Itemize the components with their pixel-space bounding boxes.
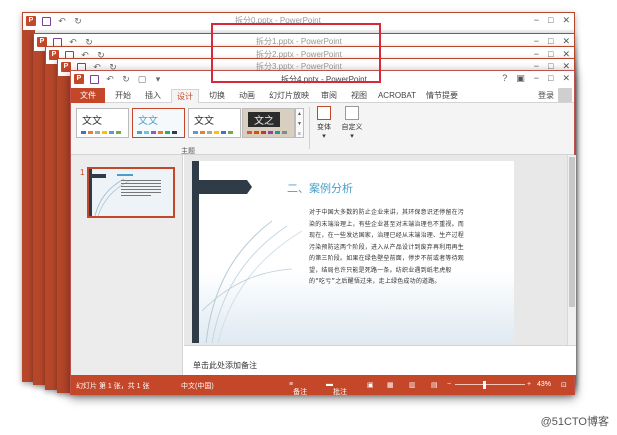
powerpoint-icon: P — [74, 74, 84, 84]
maximize-button[interactable]: □ — [548, 73, 553, 84]
theme-sample-text: 文文 — [194, 116, 214, 127]
customize-icon — [345, 106, 359, 120]
notes-button[interactable]: ≡ 备注 — [289, 381, 307, 396]
ribbon-tabs: 文件 开始 插入 设计 切换 动画 幻灯片放映 审阅 视图 ACROBAT 情节… — [71, 88, 574, 103]
theme-color-swatches — [193, 131, 233, 134]
theme-thumbnail-2[interactable]: 文文 — [132, 108, 185, 138]
status-bar: 幻灯片 第 1 张，共 1 张 中文(中国) ≡ 备注 ▬ 批注 ▣ ▦ ▥ ▤… — [71, 375, 574, 396]
tab-slideshow[interactable]: 幻灯片放映 — [267, 89, 311, 103]
theme-color-swatches — [81, 131, 121, 134]
zoom-slider-knob[interactable] — [483, 381, 486, 389]
login-link[interactable]: 登录 — [538, 90, 554, 101]
customize-label: 自定义 — [341, 124, 363, 131]
maximize-button[interactable]: □ — [548, 15, 553, 26]
theme-sample-text: 文之 — [248, 112, 280, 127]
tab-insert[interactable]: 插入 — [141, 89, 165, 103]
slide-title[interactable]: 二、案例分析 — [287, 180, 353, 196]
undo-icon[interactable]: ↶ — [57, 16, 67, 26]
zoom-out-icon[interactable]: − — [447, 381, 451, 388]
reading-view-icon[interactable]: ▥ — [409, 381, 416, 389]
zoom-in-icon[interactable]: + — [527, 381, 531, 388]
watermark: @51CTO博客 — [540, 416, 609, 428]
theme-sample-text: 文文 — [82, 116, 102, 127]
slide-title-tag — [199, 180, 247, 194]
zoom-level[interactable]: 43% — [537, 381, 551, 388]
tab-view[interactable]: 视图 — [347, 89, 371, 103]
slide-body-text[interactable]: 对于中国大多数的防止企业来讲，其环保意识还停留在污染的末端治理上，有些企业甚至对… — [309, 207, 467, 288]
undo-icon[interactable]: ↶ — [105, 74, 115, 84]
vertical-scrollbar[interactable] — [567, 155, 576, 345]
tab-storyboard[interactable]: 情节提要 — [423, 89, 461, 103]
scrollbar-thumb[interactable] — [569, 157, 575, 307]
theme-color-swatches — [137, 131, 177, 134]
theme-thumbnail-1[interactable]: 文文 — [76, 108, 129, 138]
slideshow-view-icon[interactable]: ▤ — [431, 381, 438, 389]
window-controls: ? ▣ − □ ✕ — [502, 73, 570, 84]
tab-transitions[interactable]: 切换 — [205, 89, 229, 103]
highlight-rectangle — [211, 23, 381, 83]
zoom-slider[interactable] — [455, 384, 525, 385]
variants-icon — [317, 106, 331, 120]
window-controls: − □ ✕ — [534, 15, 570, 26]
slide-thumbnail-art — [89, 169, 161, 217]
save-icon[interactable] — [90, 74, 99, 84]
tab-home[interactable]: 开始 — [111, 89, 135, 103]
notes-placeholder: 单击此处添加备注 — [193, 361, 257, 370]
quick-access-toolbar: P ↶ ↻ ▢ ▾ — [74, 74, 163, 84]
powerpoint-icon: P — [26, 16, 36, 26]
help-button[interactable]: ? — [502, 73, 507, 84]
back-window-edge — [58, 76, 70, 392]
slide-thumbnail[interactable] — [87, 167, 175, 218]
slides-pane: 1 — [71, 155, 183, 375]
tab-design[interactable]: 设计 — [171, 89, 199, 103]
minimize-button[interactable]: − — [534, 15, 539, 26]
theme-sample-text: 文文 — [138, 116, 158, 127]
ribbon-design: 文文 文文 文文 文之 ▲ ▼ ≡ 变体 ▾ 自定义 ▾ 主题 — [71, 103, 574, 155]
theme-thumbnail-4[interactable]: 文之 — [242, 108, 295, 138]
tab-review[interactable]: 审阅 — [317, 89, 341, 103]
language-indicator[interactable]: 中文(中国) — [181, 381, 214, 391]
redo-icon[interactable]: ↻ — [73, 16, 83, 26]
close-button[interactable]: ✕ — [562, 15, 570, 26]
notes-pane[interactable]: 单击此处添加备注 — [184, 345, 576, 375]
comments-label: 批注 — [333, 389, 347, 396]
minimize-button[interactable]: − — [534, 73, 539, 84]
close-button[interactable]: ✕ — [562, 73, 570, 84]
slide-sorter-icon[interactable]: ▦ — [387, 381, 394, 389]
customize-button[interactable]: 自定义 ▾ — [339, 106, 365, 140]
avatar[interactable] — [558, 88, 572, 102]
tab-animations[interactable]: 动画 — [235, 89, 259, 103]
slide-title-tag-arrow — [247, 180, 252, 194]
theme-gallery-scroll[interactable]: ▲ ▼ ≡ — [295, 108, 304, 138]
variants-label: 变体 — [317, 124, 331, 131]
slide-info: 幻灯片 第 1 张，共 1 张 — [76, 383, 150, 390]
normal-view-icon[interactable]: ▣ — [367, 381, 374, 389]
notes-label: 备注 — [293, 389, 308, 396]
theme-color-swatches — [247, 131, 287, 134]
save-icon[interactable] — [42, 16, 51, 26]
theme-thumbnail-3[interactable]: 文文 — [188, 108, 241, 138]
comments-button[interactable]: ▬ 批注 — [326, 381, 347, 396]
slide-editing-area: 二、案例分析 对于中国大多数的防止企业来讲，其环保意识还停留在污染的末端治理上，… — [184, 155, 576, 345]
slide-number: 1 — [80, 168, 85, 177]
variants-button[interactable]: 变体 ▾ — [311, 106, 337, 140]
tab-file[interactable]: 文件 — [71, 88, 105, 103]
screenshot-stage: P ↶ ↻ 拆分0.pptx - PowerPoint − □ ✕ P ↶ ↻ … — [0, 0, 617, 435]
powerpoint-main-window: P ↶ ↻ ▢ ▾ 拆分4.pptx - PowerPoint ? ▣ − □ … — [70, 70, 576, 396]
redo-icon[interactable]: ↻ — [121, 74, 131, 84]
tab-acrobat[interactable]: ACROBAT — [377, 89, 417, 103]
slideshow-icon[interactable]: ▢ — [137, 74, 147, 84]
quick-access-toolbar: P ↶ ↻ — [26, 16, 83, 26]
ribbon-separator — [309, 107, 310, 149]
fit-slide-icon[interactable]: ⊡ — [561, 381, 567, 389]
customize-toolbar-icon[interactable]: ▾ — [153, 74, 163, 84]
slide-side-bar — [192, 161, 199, 343]
ribbon-display-button[interactable]: ▣ — [516, 73, 525, 84]
slide-canvas[interactable]: 二、案例分析 对于中国大多数的防止企业来讲，其环保意识还停留在污染的末端治理上，… — [192, 161, 514, 343]
